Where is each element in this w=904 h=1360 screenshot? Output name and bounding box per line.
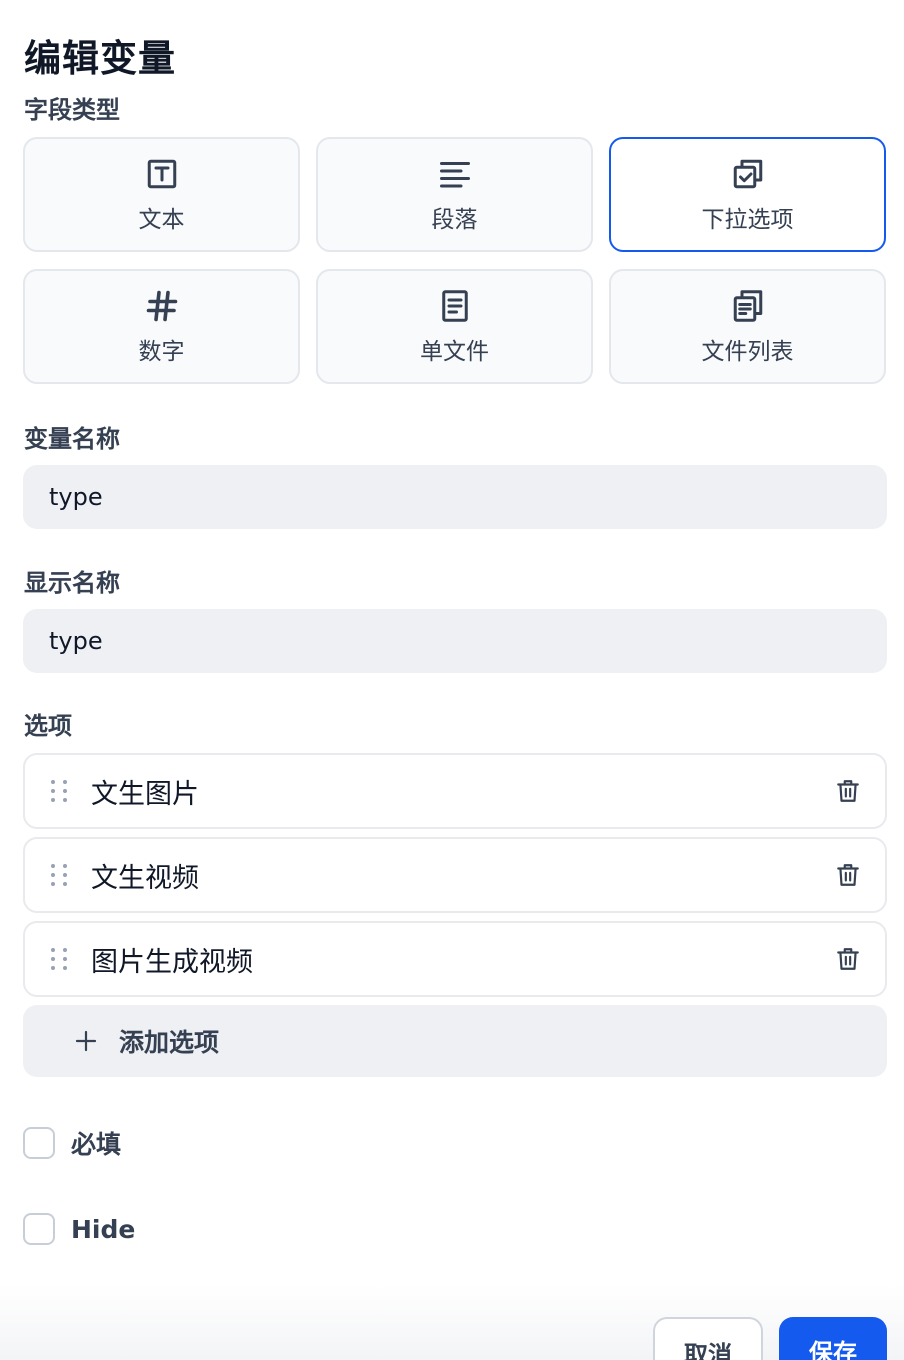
option-row: 图片生成视频 — [23, 921, 887, 997]
text-box-icon — [144, 156, 180, 192]
field-type-grid: 文本 段落 下拉选项 数字 单文件 文件列表 — [23, 137, 887, 384]
options-label: 选项 — [24, 712, 72, 740]
field-type-label-paragraph: 段落 — [431, 206, 478, 233]
drag-handle-icon[interactable] — [51, 946, 71, 972]
add-option-button[interactable]: 添加选项 — [23, 1005, 887, 1077]
drag-handle-icon[interactable] — [51, 778, 71, 804]
trash-icon[interactable] — [833, 776, 863, 806]
field-type-select[interactable]: 下拉选项 — [609, 137, 886, 252]
field-type-number[interactable]: 数字 — [23, 269, 300, 384]
field-type-paragraph[interactable]: 段落 — [316, 137, 593, 252]
trash-icon[interactable] — [833, 944, 863, 974]
field-type-label: 字段类型 — [24, 96, 120, 124]
variable-name-input[interactable] — [23, 465, 887, 529]
file-list-icon — [730, 288, 766, 324]
dropdown-select-icon — [730, 156, 766, 192]
cancel-button[interactable]: 取消 — [653, 1317, 763, 1360]
option-row: 文生图片 — [23, 753, 887, 829]
field-type-label-select: 下拉选项 — [701, 206, 794, 233]
field-type-label-text: 文本 — [138, 206, 185, 233]
hide-checkbox[interactable] — [23, 1213, 55, 1245]
option-text[interactable]: 文生视频 — [91, 856, 833, 895]
hide-row: Hide — [23, 1213, 135, 1245]
hide-label: Hide — [71, 1214, 136, 1244]
trash-icon[interactable] — [833, 860, 863, 890]
option-row: 文生视频 — [23, 837, 887, 913]
field-type-label-file: 单文件 — [420, 338, 489, 365]
add-option-label: 添加选项 — [119, 1028, 220, 1057]
field-type-file[interactable]: 单文件 — [316, 269, 593, 384]
required-row: 必填 — [23, 1125, 121, 1161]
drag-handle-icon[interactable] — [51, 862, 71, 888]
save-button[interactable]: 保存 — [779, 1317, 887, 1360]
option-text[interactable]: 图片生成视频 — [91, 940, 833, 979]
hash-icon — [144, 288, 180, 324]
plus-icon — [73, 1028, 99, 1054]
field-type-text[interactable]: 文本 — [23, 137, 300, 252]
variable-name-label: 变量名称 — [24, 425, 120, 453]
required-label: 必填 — [71, 1130, 122, 1159]
field-type-file-list[interactable]: 文件列表 — [609, 269, 886, 384]
dialog-footer — [0, 1285, 904, 1360]
display-name-label: 显示名称 — [24, 569, 120, 597]
field-type-label-file-list: 文件列表 — [701, 338, 794, 365]
field-type-label-number: 数字 — [138, 338, 185, 365]
display-name-input[interactable] — [23, 609, 887, 673]
required-checkbox[interactable] — [23, 1127, 55, 1159]
dialog-title: 编辑变量 — [24, 37, 176, 80]
option-text[interactable]: 文生图片 — [91, 772, 833, 811]
paragraph-icon — [437, 156, 473, 192]
file-icon — [437, 288, 473, 324]
